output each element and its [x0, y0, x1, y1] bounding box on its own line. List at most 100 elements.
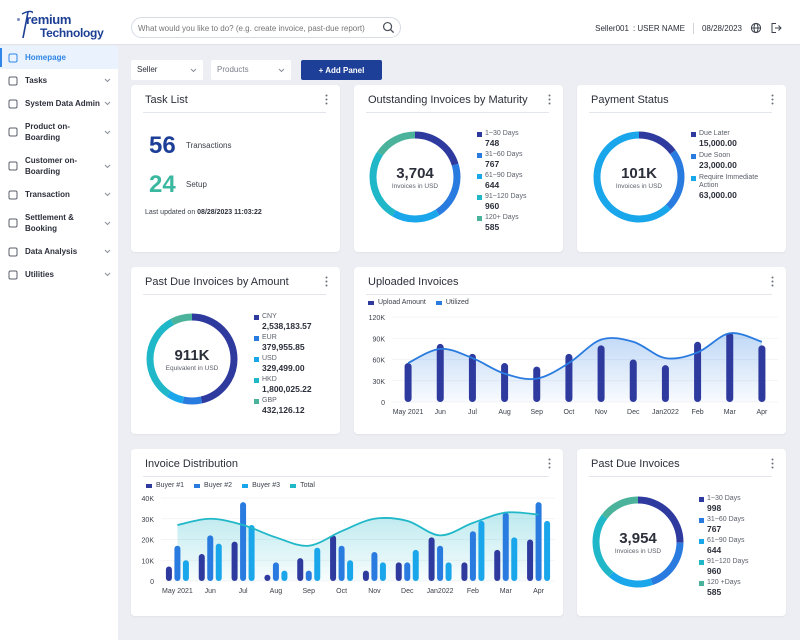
bar-series-0-10[interactable]	[726, 332, 734, 402]
sidebar-item-product-on-boarding[interactable]: Product on-Boarding	[0, 115, 118, 149]
bar-series-1-8[interactable]	[437, 545, 444, 581]
legend-item[interactable]: Due Later 15,000.00	[691, 130, 771, 148]
globe-icon[interactable]	[750, 22, 762, 34]
bar-series-0-4[interactable]	[297, 558, 304, 581]
bar-series-0-2[interactable]	[468, 353, 476, 402]
bar-series-0-11[interactable]	[527, 539, 534, 582]
search-input[interactable]	[132, 19, 367, 38]
bar-series-0-8[interactable]	[428, 537, 435, 581]
bar-series-0-4[interactable]	[533, 366, 541, 402]
sidebar-item-transaction[interactable]: Transaction	[0, 183, 118, 206]
bar-series-1-2[interactable]	[240, 502, 247, 581]
bar-series-0-5[interactable]	[330, 535, 337, 581]
bar-series-2-5[interactable]	[347, 560, 354, 581]
legend-item[interactable]: Buyer #3	[242, 482, 280, 489]
legend-item[interactable]: 31~60 Days 767	[699, 516, 748, 534]
bar-series-1-5[interactable]	[338, 545, 345, 581]
add-panel-button[interactable]: + Add Panel	[301, 60, 382, 80]
bar-series-1-10[interactable]	[502, 512, 509, 581]
bar-series-1-0[interactable]	[174, 545, 181, 581]
bar-series-1-9[interactable]	[469, 531, 476, 581]
more-options-icon[interactable]	[771, 458, 774, 469]
bar-series-0-0[interactable]	[404, 363, 412, 402]
legend-item[interactable]: 31~60 Days 767	[477, 151, 526, 169]
bar-series-2-10[interactable]	[511, 537, 518, 581]
logo[interactable]: remium Technology	[16, 10, 106, 42]
sidebar-item-data-analysis[interactable]: Data Analysis	[0, 240, 118, 263]
legend-item[interactable]: Utilized	[435, 299, 469, 306]
legend-item[interactable]: 1~30 Days 998	[699, 495, 748, 513]
more-options-icon[interactable]	[771, 94, 774, 105]
bar-series-2-4[interactable]	[314, 547, 321, 581]
legend-item[interactable]: Upload Amount	[368, 299, 426, 306]
products-select[interactable]: Products	[211, 60, 291, 80]
legend-item[interactable]: HKD 1,800,025.22	[254, 376, 312, 394]
bar-series-0-1[interactable]	[436, 343, 444, 402]
legend-item[interactable]: 120 +Days 585	[699, 579, 748, 597]
bar-series-0-11[interactable]	[758, 345, 766, 402]
bar-series-0-8[interactable]	[661, 365, 669, 402]
legend-item[interactable]: GBP 432,126.12	[254, 397, 312, 415]
bar-series-2-0[interactable]	[182, 560, 189, 581]
bar-series-2-9[interactable]	[478, 520, 485, 581]
bar-series-0-2[interactable]	[231, 541, 238, 581]
legend-item[interactable]: 61~90 Days 644	[699, 537, 748, 555]
search-box[interactable]	[131, 17, 401, 38]
legend-item[interactable]: 61~90 Days 644	[477, 172, 526, 190]
more-options-icon[interactable]	[771, 276, 774, 287]
card-title: Past Due Invoices	[591, 458, 680, 470]
bar-series-0-10[interactable]	[494, 549, 501, 581]
legend-item[interactable]: Buyer #1	[146, 482, 184, 489]
bar-series-2-7[interactable]	[412, 549, 419, 581]
bar-series-1-6[interactable]	[371, 551, 378, 581]
setup-count[interactable]: 24	[149, 171, 176, 199]
bar-series-1-4[interactable]	[305, 570, 312, 581]
bar-series-2-6[interactable]	[379, 562, 386, 581]
sidebar-item-tasks[interactable]: Tasks	[0, 69, 118, 92]
more-options-icon[interactable]	[548, 458, 551, 469]
bar-series-0-7[interactable]	[395, 562, 402, 581]
bar-series-2-2[interactable]	[248, 524, 255, 581]
logout-icon[interactable]	[770, 22, 782, 34]
legend-item[interactable]: Require Immediate Action 63,000.00	[691, 174, 771, 200]
sidebar-item-utilities[interactable]: Utilities	[0, 263, 118, 286]
sidebar-item-settlement-booking[interactable]: Settlement & Booking	[0, 206, 118, 240]
legend-item[interactable]: USD 329,499.00	[254, 355, 312, 373]
donut-chart: 911K Equivalent in USD	[145, 312, 239, 406]
legend-item[interactable]: CNY 2,538,183.57	[254, 313, 312, 331]
bar-series-0-3[interactable]	[264, 574, 271, 581]
bar-series-1-7[interactable]	[404, 562, 411, 581]
bar-series-0-7[interactable]	[629, 359, 637, 403]
customer-icon	[8, 161, 18, 171]
bar-series-0-6[interactable]	[362, 570, 369, 581]
bar-series-2-3[interactable]	[281, 570, 288, 581]
legend-item[interactable]: 91~120 Days 960	[477, 193, 526, 211]
bar-series-2-1[interactable]	[215, 543, 222, 581]
sidebar-item-customer-on-boarding[interactable]: Customer on-Boarding	[0, 149, 118, 183]
legend-item[interactable]: 120+ Days 585	[477, 214, 526, 232]
legend-item[interactable]: 91~120 Days 960	[699, 558, 748, 576]
sidebar-item-homepage[interactable]: Homepage	[0, 46, 118, 69]
legend-item[interactable]: 1~30 Days 748	[477, 130, 526, 148]
more-options-icon[interactable]	[325, 276, 328, 287]
more-options-icon[interactable]	[548, 94, 551, 105]
legend-item[interactable]: EUR 379,955.85	[254, 334, 312, 352]
more-options-icon[interactable]	[325, 94, 328, 105]
bar-series-1-3[interactable]	[272, 562, 279, 581]
search-icon[interactable]	[382, 21, 395, 34]
legend-item[interactable]: Total	[290, 482, 315, 489]
bar-series-1-1[interactable]	[207, 535, 214, 581]
seller-select[interactable]: Seller	[131, 60, 203, 80]
legend-item[interactable]: Buyer #2	[194, 482, 232, 489]
sidebar-item-system-data-admin[interactable]: System Data Admin	[0, 92, 118, 115]
transactions-count[interactable]: 56	[149, 132, 176, 160]
bar-series-0-0[interactable]	[165, 566, 172, 581]
legend-value: 23,000.00	[699, 160, 737, 170]
bar-series-0-3[interactable]	[501, 363, 509, 402]
bar-series-0-9[interactable]	[461, 562, 468, 581]
bar-series-2-11[interactable]	[544, 520, 551, 581]
legend-item[interactable]: Due Soon 23,000.00	[691, 152, 771, 170]
bar-series-0-1[interactable]	[198, 554, 205, 581]
bar-series-0-6[interactable]	[597, 345, 605, 402]
bar-series-2-8[interactable]	[445, 562, 452, 581]
